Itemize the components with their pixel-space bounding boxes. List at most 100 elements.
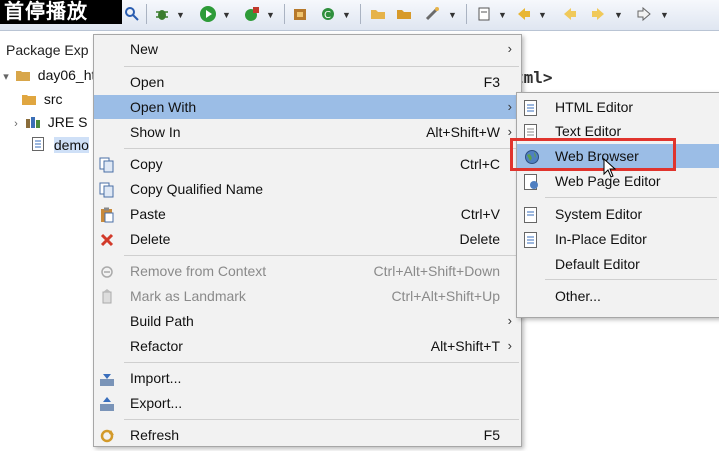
menu-item-delete[interactable]: Delete Delete bbox=[94, 227, 521, 251]
tree-item-src[interactable]: src bbox=[22, 88, 63, 110]
package-explorer-tab[interactable]: Package Exp bbox=[0, 38, 98, 62]
menu-item-copy[interactable]: Copy Ctrl+C bbox=[94, 152, 521, 176]
menu-item-label: Delete bbox=[130, 231, 171, 247]
search-icon[interactable] bbox=[124, 6, 140, 22]
navigate-icon[interactable] bbox=[476, 6, 492, 22]
chevron-down-icon[interactable]: ▼ bbox=[176, 10, 185, 20]
menu-item-build-path[interactable]: Build Path › bbox=[94, 309, 521, 333]
submenu-arrow-icon: › bbox=[507, 41, 512, 56]
chevron-down-icon[interactable]: ▼ bbox=[614, 10, 623, 20]
source-folder-icon bbox=[22, 89, 36, 105]
submenu-item-label: HTML Editor bbox=[555, 99, 634, 115]
menu-item-shortcut: Delete bbox=[459, 231, 500, 247]
menu-item-open[interactable]: Open F3 bbox=[94, 70, 521, 94]
toolbar-separator bbox=[466, 4, 467, 24]
run-icon[interactable] bbox=[200, 6, 216, 22]
chevron-down-icon[interactable]: ▼ bbox=[266, 10, 275, 20]
menu-item-label: Mark as Landmark bbox=[130, 288, 246, 304]
menu-item-label: Refactor bbox=[130, 338, 183, 354]
tools-icon[interactable] bbox=[424, 6, 440, 22]
submenu-item-label: Other... bbox=[555, 288, 601, 304]
menu-item-label: Export... bbox=[130, 395, 183, 411]
menu-item-shortcut: F3 bbox=[483, 74, 500, 90]
folder-open-icon[interactable] bbox=[370, 6, 386, 22]
mouse-cursor-icon bbox=[603, 157, 617, 178]
menu-item-open-with[interactable]: Open With › bbox=[94, 95, 521, 119]
submenu-item-system-editor[interactable]: System Editor bbox=[517, 202, 719, 226]
menu-item-mark-as-landmark[interactable]: Mark as Landmark Ctrl+Alt+Shift+Up bbox=[94, 284, 521, 308]
menu-item-import[interactable]: Import... bbox=[94, 366, 521, 390]
menu-separator bbox=[124, 419, 519, 420]
menu-item-refactor[interactable]: Refactor Alt+Shift+T › bbox=[94, 334, 521, 358]
chevron-down-icon[interactable]: ▼ bbox=[498, 10, 507, 20]
menu-item-refresh[interactable]: Refresh F5 bbox=[94, 423, 521, 447]
remove-context-icon bbox=[99, 263, 115, 279]
submenu-item-default-editor[interactable]: Default Editor bbox=[517, 252, 719, 276]
chevron-down-icon[interactable]: ▼ bbox=[538, 10, 547, 20]
submenu-item-in-place-editor[interactable]: In-Place Editor bbox=[517, 227, 719, 251]
chevron-down-icon[interactable]: ▼ bbox=[222, 10, 231, 20]
back-icon[interactable] bbox=[562, 6, 578, 22]
last-edit-icon[interactable] bbox=[516, 6, 532, 22]
library-icon bbox=[25, 112, 40, 128]
toolbar-separator bbox=[146, 4, 147, 24]
expand-collapse-icon[interactable]: › bbox=[10, 113, 22, 135]
open-with-submenu: HTML Editor Text Editor Web Browser Web … bbox=[516, 92, 719, 318]
tree-item-label: JRE S bbox=[47, 114, 88, 130]
menu-item-export[interactable]: Export... bbox=[94, 391, 521, 415]
menu-item-show-in[interactable]: Show In Alt+Shift+W › bbox=[94, 120, 521, 144]
delete-icon bbox=[99, 231, 115, 247]
video-overlay-caption: 首停播放 bbox=[0, 0, 122, 24]
submenu-arrow-icon: › bbox=[507, 338, 512, 353]
tree-item-label: demo bbox=[53, 137, 89, 153]
submenu-item-text-editor[interactable]: Text Editor bbox=[517, 119, 719, 143]
submenu-item-html-editor[interactable]: HTML Editor bbox=[517, 95, 719, 119]
tree-item-demo[interactable]: demo bbox=[32, 134, 89, 156]
menu-separator bbox=[124, 148, 519, 149]
submenu-item-other[interactable]: Other... bbox=[517, 284, 719, 308]
tree-item-jre[interactable]: › JRE S bbox=[10, 111, 87, 133]
forward-icon[interactable] bbox=[590, 6, 606, 22]
expand-collapse-icon[interactable]: ▾ bbox=[0, 66, 12, 88]
submenu-item-label: Web Browser bbox=[555, 148, 639, 164]
run-external-icon[interactable] bbox=[244, 6, 260, 22]
menu-separator bbox=[124, 66, 519, 67]
menu-item-shortcut: Ctrl+Alt+Shift+Up bbox=[391, 288, 500, 304]
refresh-green-icon[interactable]: C bbox=[320, 6, 336, 22]
menu-item-paste[interactable]: Paste Ctrl+V bbox=[94, 202, 521, 226]
menu-item-shortcut: Alt+Shift+W bbox=[426, 124, 500, 140]
copy-icon bbox=[99, 156, 115, 173]
project-folder-icon bbox=[15, 65, 30, 81]
submenu-item-web-page-editor[interactable]: Web Page Editor bbox=[517, 169, 719, 193]
refresh-icon bbox=[99, 427, 115, 443]
debug-icon[interactable] bbox=[154, 6, 170, 22]
menu-item-shortcut: Ctrl+Alt+Shift+Down bbox=[373, 263, 500, 279]
menu-item-new[interactable]: New › bbox=[94, 37, 521, 61]
chevron-down-icon[interactable]: ▼ bbox=[660, 10, 669, 20]
tree-item-project[interactable]: ▾ day06_ht bbox=[0, 64, 95, 86]
menu-item-remove-from-context[interactable]: Remove from Context Ctrl+Alt+Shift+Down bbox=[94, 259, 521, 283]
system-editor-icon bbox=[524, 206, 538, 223]
in-place-editor-icon bbox=[524, 231, 538, 248]
folder-icon[interactable] bbox=[396, 6, 412, 22]
menu-item-shortcut: Ctrl+V bbox=[460, 206, 500, 222]
submenu-item-web-browser[interactable]: Web Browser bbox=[517, 144, 719, 168]
package-icon[interactable] bbox=[292, 6, 308, 22]
submenu-item-label: Default Editor bbox=[555, 256, 640, 272]
main-toolbar: 首停播放 ▼ ▼ ▼ C ▼ ▼ ▼ ▼ ▼ ▼ bbox=[0, 0, 719, 31]
text-editor-icon bbox=[524, 123, 538, 140]
chevron-down-icon[interactable]: ▼ bbox=[448, 10, 457, 20]
menu-item-copy-qualified-name[interactable]: Copy Qualified Name bbox=[94, 177, 521, 201]
menu-item-shortcut: Ctrl+C bbox=[459, 156, 500, 172]
forward-arrow-icon[interactable] bbox=[636, 6, 652, 22]
submenu-item-label: Text Editor bbox=[555, 123, 622, 139]
submenu-separator bbox=[545, 279, 717, 280]
chevron-down-icon[interactable]: ▼ bbox=[342, 10, 351, 20]
menu-item-label: Copy bbox=[130, 156, 163, 172]
html-file-icon bbox=[32, 135, 46, 151]
submenu-item-label: In-Place Editor bbox=[555, 231, 647, 247]
globe-icon bbox=[524, 148, 539, 164]
menu-item-label: Remove from Context bbox=[130, 263, 267, 279]
paste-icon bbox=[99, 206, 115, 223]
submenu-item-label: System Editor bbox=[555, 206, 643, 222]
